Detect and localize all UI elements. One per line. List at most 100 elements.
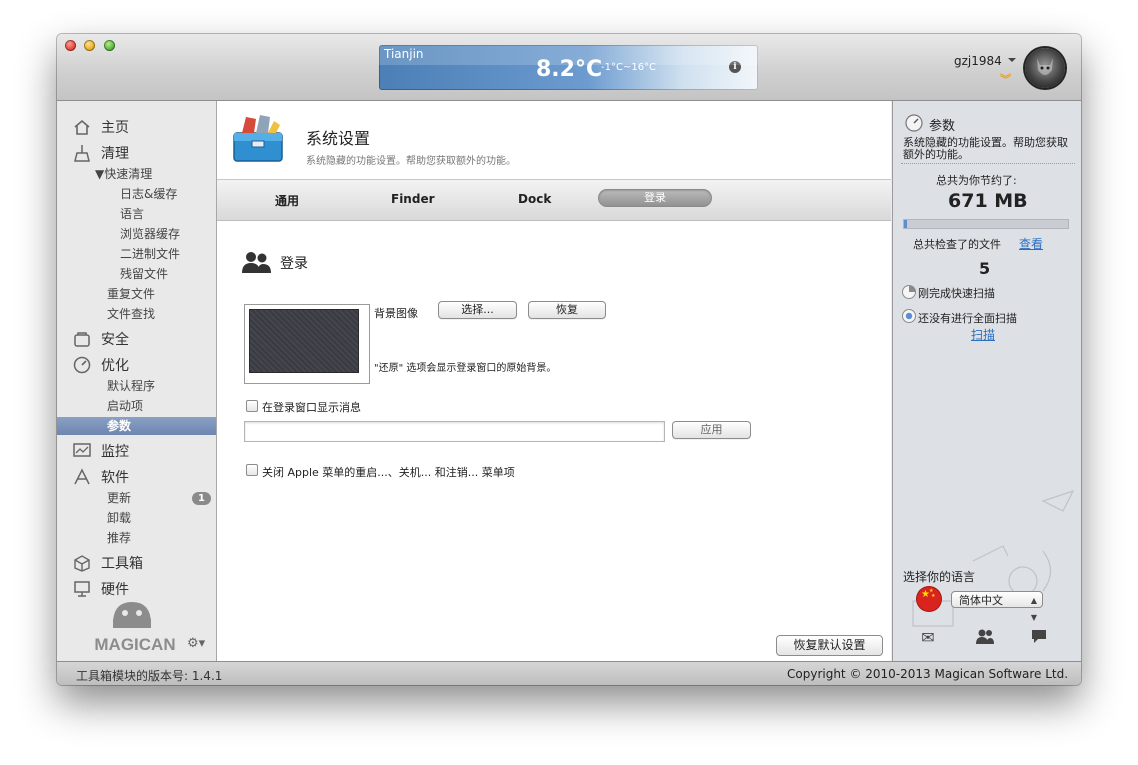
monitor-icon bbox=[72, 442, 92, 460]
sidebar-item-default-apps[interactable]: 默认程序 bbox=[107, 377, 155, 395]
sidebar-item-label: 主页 bbox=[101, 120, 129, 136]
info-panel: 参数 系统隐藏的功能设置。帮助您获取额外的功能。 总共为你节约了: 671 MB… bbox=[892, 101, 1081, 661]
sidebar-item-optimize[interactable]: 优化 bbox=[72, 354, 129, 376]
weather-city: Tianjin bbox=[384, 47, 424, 61]
sidebar-item-languages[interactable]: 语言 bbox=[120, 205, 144, 223]
updown-arrows-icon: ▲ ▼ bbox=[1030, 596, 1037, 622]
sidebar-item-home[interactable]: 主页 bbox=[72, 116, 129, 138]
full-scan-status: 还没有进行全面扫描 bbox=[918, 312, 1017, 325]
tab-login[interactable]: 登录 bbox=[598, 189, 712, 207]
cat-avatar-icon bbox=[1037, 58, 1053, 75]
main-panel: 系统设置 系统隐藏的功能设置。帮助您获取额外的功能。 通用 Finder Doc… bbox=[217, 101, 891, 661]
home-icon bbox=[72, 118, 92, 136]
app-window: Tianjin 8.2°C -1°C~16°C i gzj1984 ︾ 主页 清… bbox=[57, 34, 1081, 685]
weather-temperature: 8.2°C bbox=[536, 57, 603, 82]
scan-link[interactable]: 扫描 bbox=[971, 326, 995, 343]
show-message-checkbox[interactable] bbox=[246, 400, 258, 412]
checked-files-label: 总共检查了的文件 bbox=[913, 238, 1001, 251]
page-subtitle: 系统隐藏的功能设置。帮助您获取额外的功能。 bbox=[306, 156, 516, 167]
quick-scan-status-icon bbox=[902, 285, 916, 299]
broom-icon bbox=[72, 144, 92, 162]
tab-finder[interactable]: Finder bbox=[391, 192, 435, 206]
disable-apple-menu-label: 关闭 Apple 菜单的重启...、关机... 和注销... 菜单项 bbox=[262, 466, 515, 479]
page-header: 系统设置 系统隐藏的功能设置。帮助您获取额外的功能。 bbox=[217, 101, 891, 179]
avatar[interactable] bbox=[1025, 48, 1065, 88]
sidebar-item-clean[interactable]: 清理 bbox=[72, 142, 129, 164]
shield-icon bbox=[72, 330, 92, 348]
sidebar-item-monitor[interactable]: 监控 bbox=[72, 440, 129, 462]
login-background-preview bbox=[244, 304, 370, 384]
sidebar-item-duplicates[interactable]: 重复文件 bbox=[107, 285, 155, 303]
sidebar-item-label: 安全 bbox=[101, 332, 129, 348]
sidebar-item-recommend[interactable]: 推荐 bbox=[107, 529, 131, 547]
sidebar-item-leftovers[interactable]: 残留文件 bbox=[120, 265, 168, 283]
sidebar: 主页 清理 ▼快速清理 日志&缓存 语言 浏览器缓存 二进制文件 残留文件 重复… bbox=[57, 101, 217, 661]
version-text: 工具箱模块的版本号: 1.4.1 bbox=[76, 669, 223, 683]
mail-icon[interactable]: ✉ bbox=[917, 628, 939, 647]
sidebar-item-label: 工具箱 bbox=[101, 556, 143, 572]
gear-icon[interactable]: ⚙▾ bbox=[187, 636, 205, 651]
gauge-icon bbox=[72, 356, 92, 374]
panel-description: 系统隐藏的功能设置。帮助您获取额外的功能。 bbox=[903, 136, 1068, 161]
sidebar-item-uninstall[interactable]: 卸载 bbox=[107, 509, 131, 527]
saved-label: 总共为你节约了: bbox=[936, 174, 1017, 187]
info-icon[interactable]: i bbox=[729, 61, 741, 73]
sidebar-item-label: 监控 bbox=[101, 444, 129, 460]
sidebar-item-binaries[interactable]: 二进制文件 bbox=[120, 245, 180, 263]
restore-button[interactable]: 恢复 bbox=[528, 301, 606, 319]
close-window-button[interactable] bbox=[65, 40, 76, 51]
chevron-down-icon[interactable] bbox=[1008, 58, 1016, 62]
sidebar-item-label: 软件 bbox=[101, 470, 129, 486]
community-icon[interactable] bbox=[974, 628, 996, 646]
zoom-window-button[interactable] bbox=[104, 40, 115, 51]
checked-files-count: 5 bbox=[979, 259, 991, 278]
panel-title: 参数 bbox=[929, 119, 956, 134]
updates-count-badge: 1 bbox=[192, 492, 211, 505]
minimize-window-button[interactable] bbox=[84, 40, 95, 51]
sidebar-item-logs-cache[interactable]: 日志&缓存 bbox=[120, 185, 177, 203]
china-flag-icon: ★ ★ ★ bbox=[917, 587, 941, 611]
toolbox-icon bbox=[233, 115, 283, 162]
tab-general[interactable]: 通用 bbox=[275, 192, 299, 209]
restore-defaults-button[interactable]: 恢复默认设置 bbox=[776, 635, 883, 656]
full-scan-status-icon bbox=[902, 309, 916, 323]
choose-button[interactable]: 选择... bbox=[438, 301, 517, 319]
sidebar-item-file-search[interactable]: 文件查找 bbox=[107, 305, 155, 323]
chat-icon[interactable] bbox=[1029, 628, 1051, 646]
sidebar-item-updates[interactable]: 更新 bbox=[107, 489, 131, 507]
quick-scan-status: 刚完成快速扫描 bbox=[918, 287, 995, 300]
sidebar-item-quick-clean[interactable]: ▼快速清理 bbox=[95, 165, 152, 183]
weather-widget[interactable]: Tianjin 8.2°C -1°C~16°C i bbox=[379, 45, 758, 90]
copyright-text: Copyright © 2010-2013 Magican Software L… bbox=[787, 667, 1069, 681]
toolbox-icon bbox=[72, 554, 92, 572]
login-message-input[interactable] bbox=[244, 421, 665, 442]
saved-value: 671 MB bbox=[948, 190, 1028, 212]
expand-chevron-icon[interactable]: ︾ bbox=[1000, 74, 1011, 85]
sidebar-item-parameters[interactable]: 参数 bbox=[57, 417, 216, 435]
page-title: 系统设置 bbox=[306, 129, 371, 148]
tab-dock[interactable]: Dock bbox=[518, 192, 551, 206]
weather-range: -1°C~16°C bbox=[601, 62, 657, 73]
language-select[interactable]: 简体中文 ▲ ▼ bbox=[951, 591, 1043, 622]
gauge-icon bbox=[905, 114, 923, 132]
sidebar-item-security[interactable]: 安全 bbox=[72, 328, 129, 350]
users-icon bbox=[242, 252, 271, 273]
view-link[interactable]: 查看 bbox=[1019, 235, 1043, 252]
status-bar: 工具箱模块的版本号: 1.4.1 Copyright © 2010-2013 M… bbox=[57, 661, 1081, 685]
language-label: 选择你的语言 bbox=[903, 570, 976, 584]
disable-apple-menu-checkbox[interactable] bbox=[246, 464, 258, 476]
title-bar: Tianjin 8.2°C -1°C~16°C i gzj1984 ︾ bbox=[57, 34, 1081, 101]
background-image-label: 背景图像 bbox=[374, 307, 418, 320]
saved-progress-bar bbox=[903, 219, 1069, 229]
language-value: 简体中文 bbox=[959, 594, 1003, 607]
section-title: 登录 bbox=[280, 256, 308, 272]
show-message-label: 在登录窗口显示消息 bbox=[262, 401, 361, 414]
sidebar-item-toolbox[interactable]: 工具箱 bbox=[72, 552, 143, 574]
username[interactable]: gzj1984 bbox=[954, 54, 1002, 68]
logo-text: MAGICAN bbox=[94, 635, 175, 654]
sidebar-item-browser-cache[interactable]: 浏览器缓存 bbox=[120, 225, 180, 243]
sidebar-item-software[interactable]: 软件 bbox=[72, 466, 129, 488]
sidebar-item-label: 清理 bbox=[101, 146, 129, 162]
sidebar-item-startup[interactable]: 启动项 bbox=[107, 397, 143, 415]
apply-button[interactable]: 应用 bbox=[672, 421, 751, 439]
